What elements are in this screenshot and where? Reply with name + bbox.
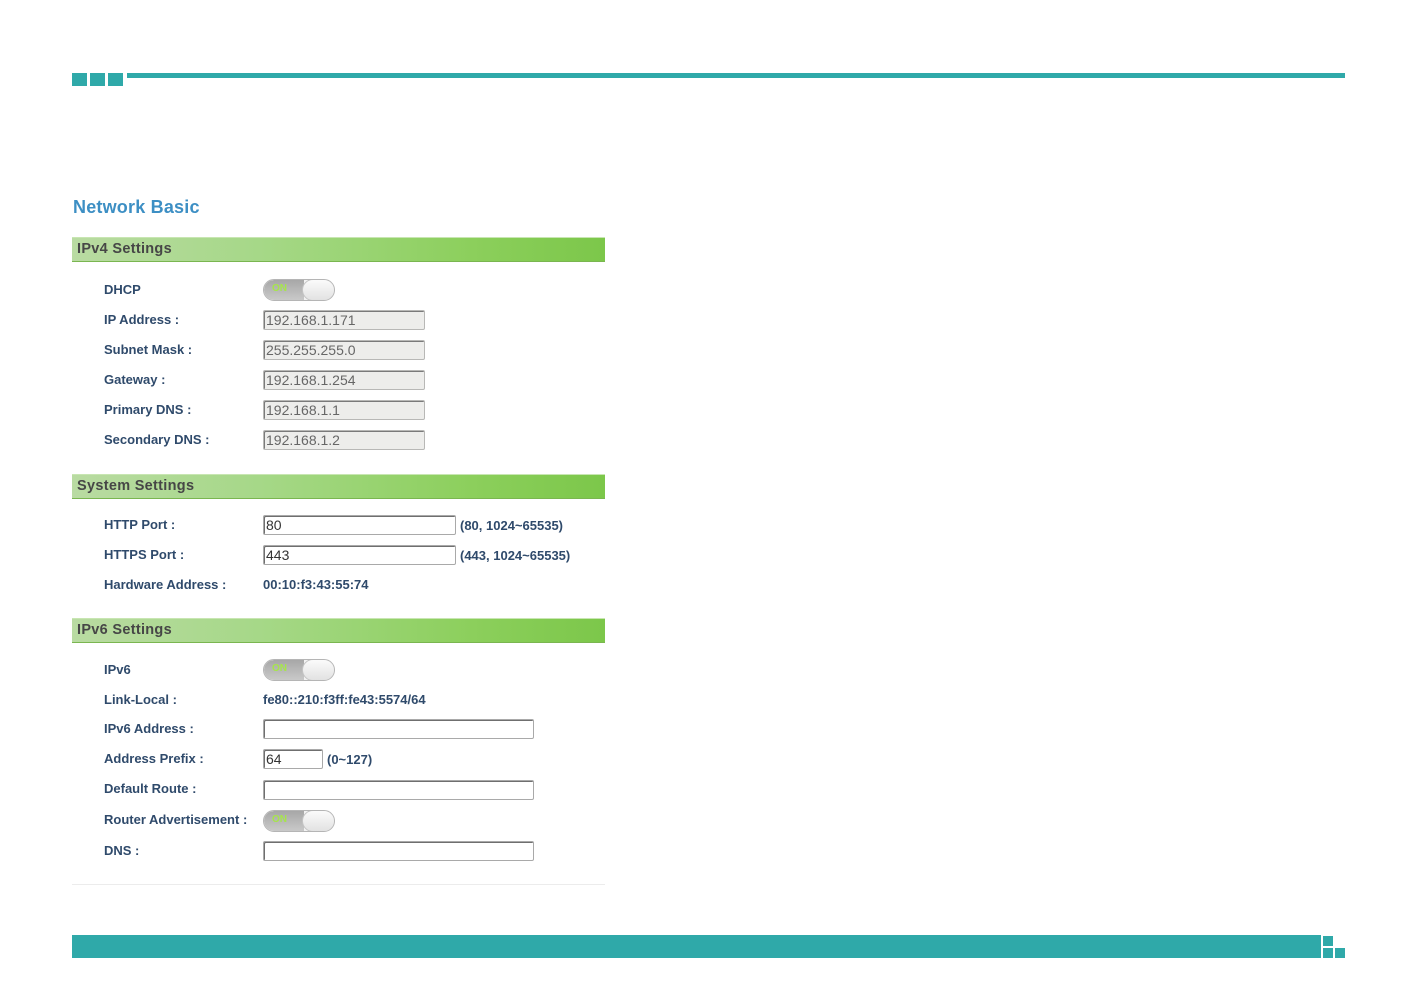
- address-prefix-field[interactable]: [263, 749, 323, 769]
- system-section-header: System Settings: [72, 474, 605, 499]
- footer-bar: [72, 935, 1321, 958]
- link-local-value: fe80::210:f3ff:fe43:5574/64: [263, 692, 426, 707]
- gateway-field[interactable]: [263, 370, 425, 390]
- http-port-label: HTTP Port :: [104, 517, 176, 532]
- secondary-dns-field[interactable]: [263, 430, 425, 450]
- address-prefix-label: Address Prefix :: [104, 751, 204, 766]
- ipv6-section-header: IPv6 Settings: [72, 618, 605, 643]
- primary-dns-label: Primary DNS :: [104, 402, 192, 417]
- header-block-3: [108, 73, 123, 86]
- footer-block-2: [1323, 948, 1333, 958]
- ip-address-label: IP Address :: [104, 312, 180, 327]
- ipv6-section-title: IPv6 Settings: [77, 622, 172, 638]
- subnet-mask-field[interactable]: [263, 340, 425, 360]
- dns-label: DNS :: [104, 843, 140, 858]
- ipv4-section-title: IPv4 Settings: [77, 241, 172, 257]
- http-port-field[interactable]: [263, 515, 456, 535]
- router-advertisement-toggle[interactable]: ON: [263, 810, 335, 832]
- ip-address-field[interactable]: [263, 310, 425, 330]
- ipv6-toggle-knob: [302, 660, 334, 680]
- https-port-range-hint: (443, 1024~65535): [460, 548, 571, 563]
- ipv6-address-field[interactable]: [263, 719, 534, 739]
- default-route-field[interactable]: [263, 780, 534, 800]
- https-port-field[interactable]: [263, 545, 456, 565]
- header-block-1: [72, 73, 87, 86]
- ipv6-toggle[interactable]: ON: [263, 659, 335, 681]
- dhcp-toggle[interactable]: ON: [263, 279, 335, 301]
- ipv6-dns-field[interactable]: [263, 841, 534, 861]
- ipv6-toggle-text: ON: [272, 663, 287, 674]
- dhcp-toggle-knob: [302, 280, 334, 300]
- link-local-label: Link-Local :: [104, 692, 177, 707]
- primary-dns-field[interactable]: [263, 400, 425, 420]
- router-advertisement-toggle-knob: [302, 811, 334, 831]
- header-rule: [127, 73, 1345, 78]
- ipv6-address-label: IPv6 Address :: [104, 721, 194, 736]
- page-title: Network Basic: [73, 197, 200, 217]
- address-prefix-range-hint: (0~127): [327, 752, 373, 767]
- router-advertisement-toggle-text: ON: [272, 814, 287, 825]
- default-route-label: Default Route :: [104, 781, 197, 796]
- header-block-2: [90, 73, 105, 86]
- hardware-address-value: 00:10:f3:43:55:74: [263, 577, 369, 592]
- dhcp-toggle-text: ON: [272, 283, 287, 294]
- https-port-label: HTTPS Port :: [104, 547, 185, 562]
- hardware-address-label: Hardware Address :: [104, 577, 227, 592]
- footer-block-1: [1323, 936, 1333, 946]
- secondary-dns-label: Secondary DNS :: [104, 432, 210, 447]
- network-basic-panel: IPv4 Settings DHCP ON IP Address : Subne…: [72, 236, 605, 885]
- gateway-label: Gateway :: [104, 372, 166, 387]
- subnet-mask-label: Subnet Mask :: [104, 342, 193, 357]
- dhcp-label: DHCP: [104, 282, 141, 297]
- router-advertisement-label: Router Advertisement :: [104, 812, 248, 827]
- http-port-range-hint: (80, 1024~65535): [460, 518, 564, 533]
- ipv4-section-header: IPv4 Settings: [72, 237, 605, 262]
- ipv6-label: IPv6: [104, 662, 131, 677]
- system-section-title: System Settings: [77, 478, 195, 494]
- footer-block-3: [1335, 948, 1345, 958]
